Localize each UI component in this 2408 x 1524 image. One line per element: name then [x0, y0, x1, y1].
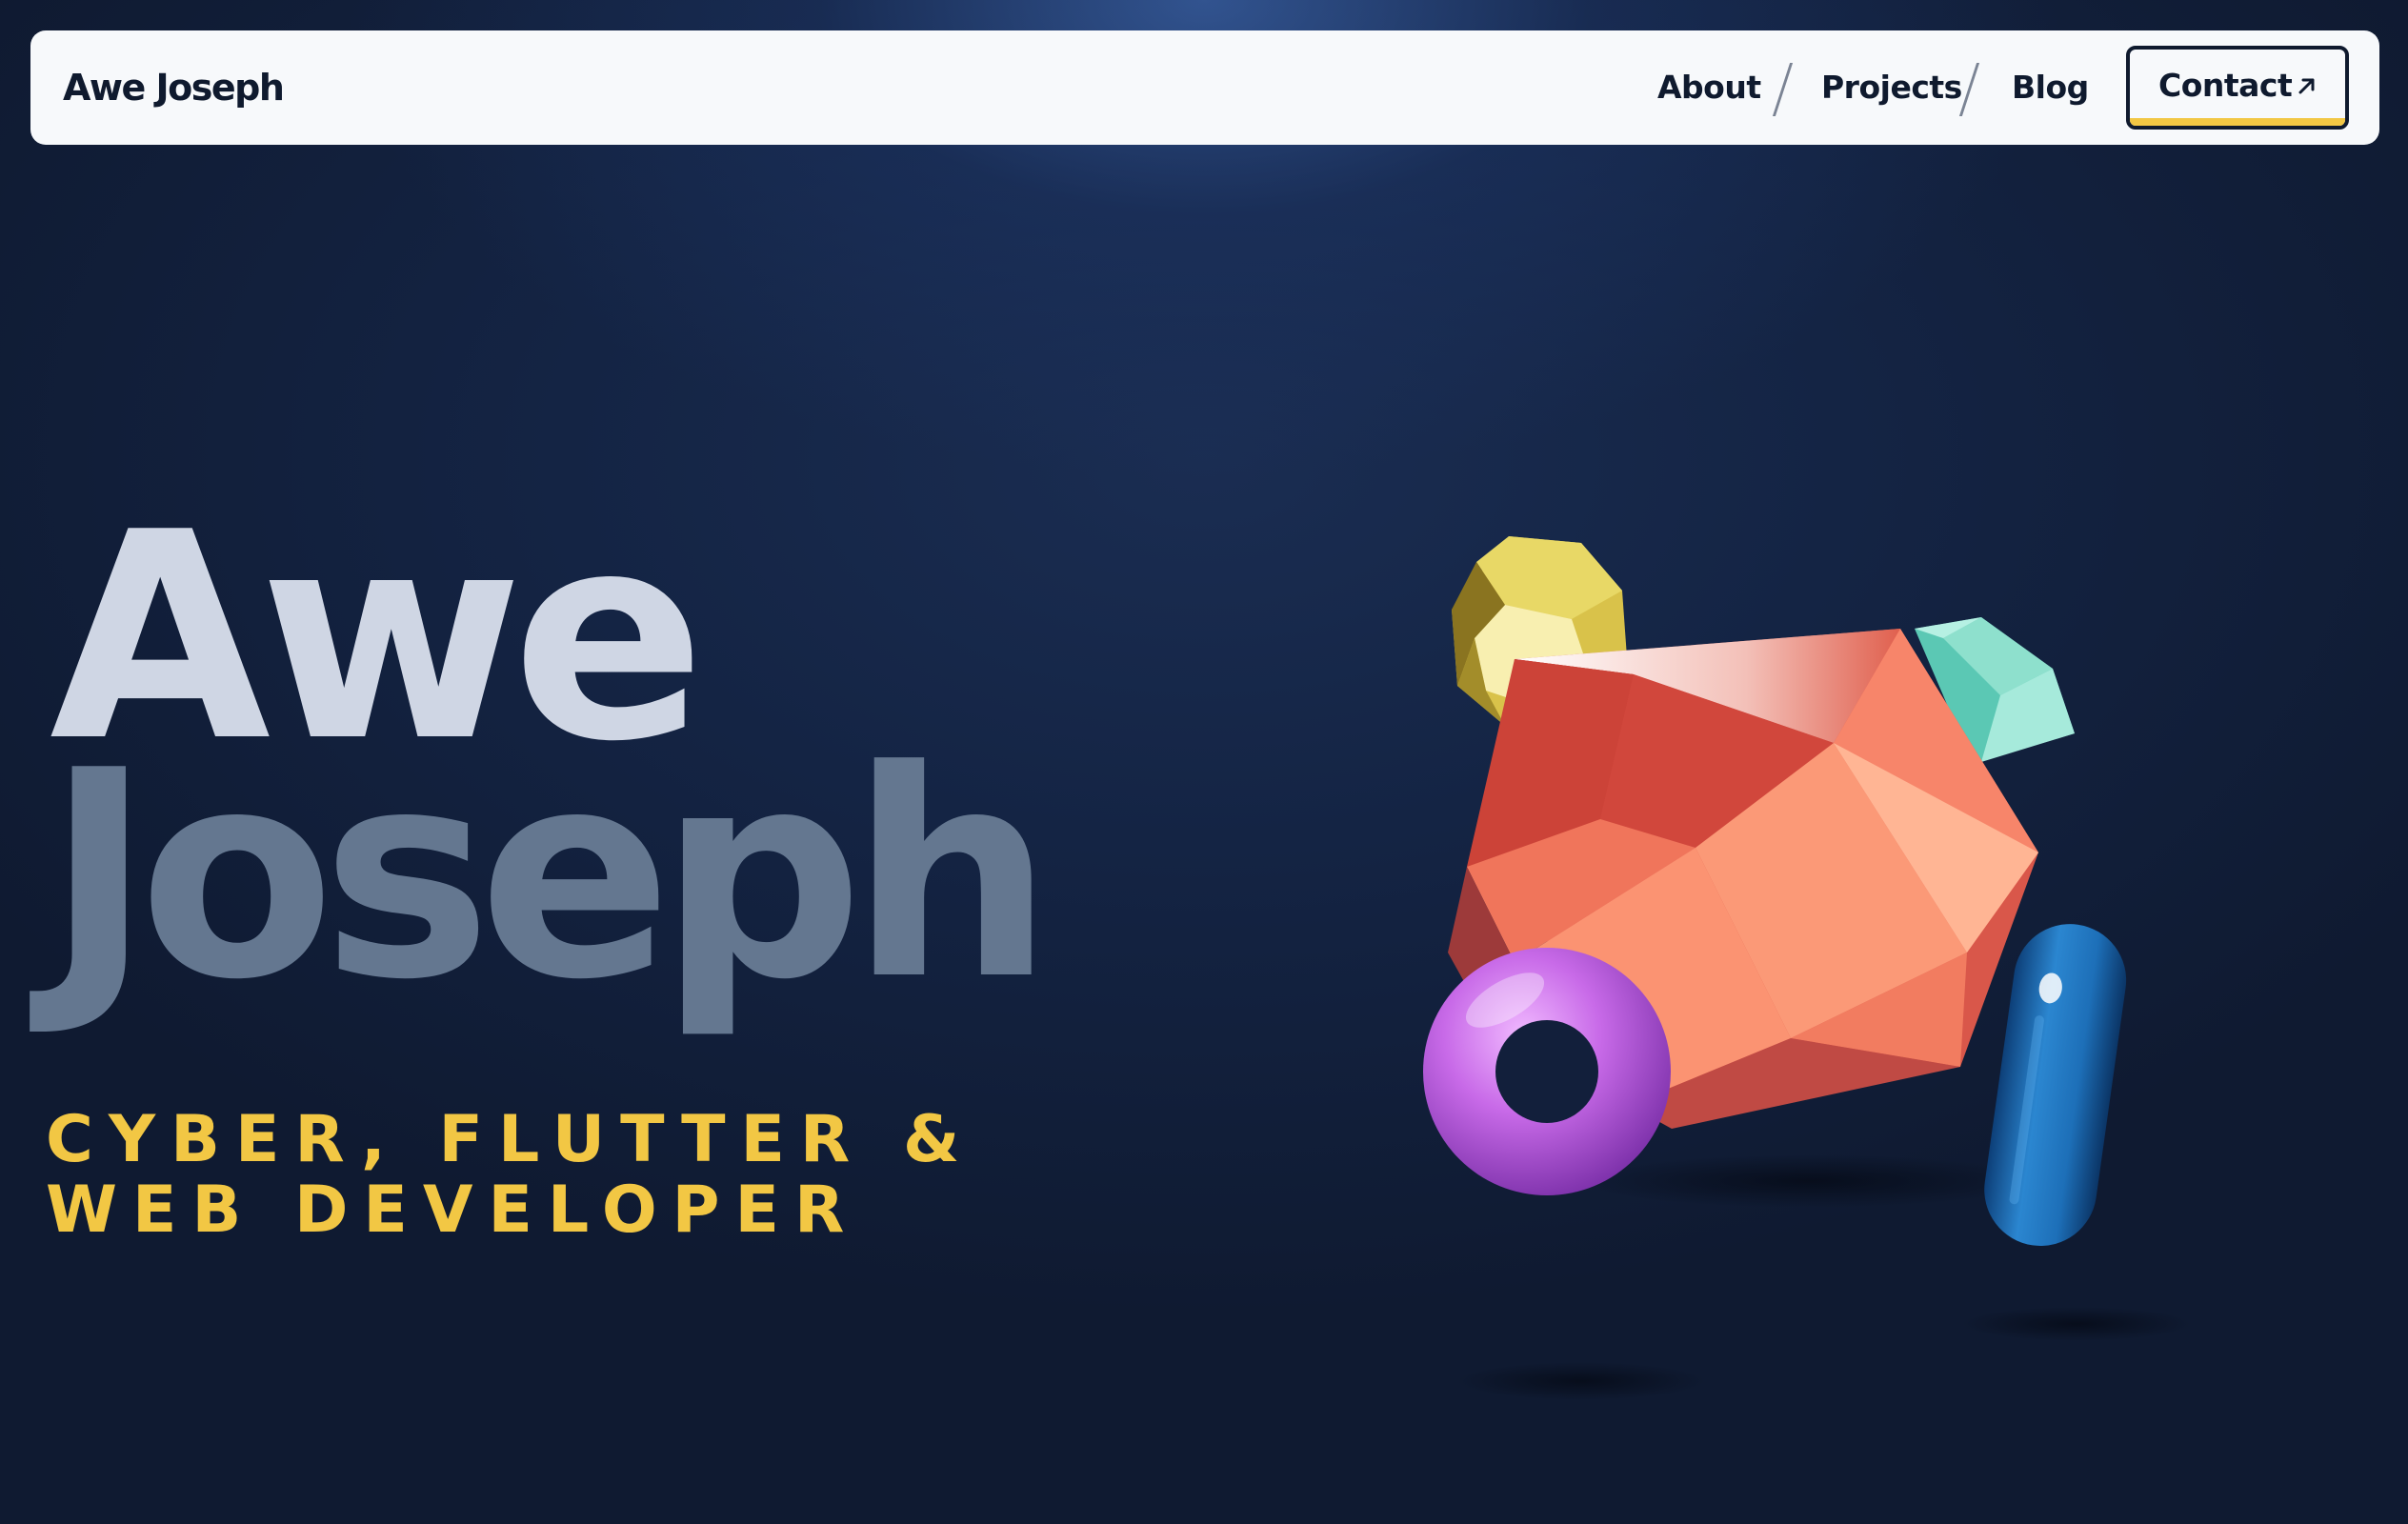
blue-capsule: [1984, 924, 2127, 1246]
arrow-up-right-icon: [2298, 78, 2315, 94]
contact-button-label: Contact: [2158, 67, 2293, 104]
hero-3d-shapes-illustration: [1423, 536, 2191, 1400]
contact-button[interactable]: Contact: [2126, 46, 2349, 130]
shape-shadow: [1962, 1307, 2191, 1341]
contact-button-underline: [2130, 118, 2345, 126]
shape-shadow: [1581, 1154, 2038, 1208]
hero-last-name: Joseph: [46, 710, 1054, 1042]
shape-shadow: [1457, 1362, 1705, 1400]
nav-link-about[interactable]: About: [1657, 30, 1761, 145]
brand-logo-link[interactable]: Awe Joseph: [63, 30, 285, 145]
nav-separator: [1958, 63, 1980, 116]
nav-link-projects[interactable]: Projects: [1821, 30, 1962, 145]
nav-link-blog[interactable]: Blog: [2012, 30, 2089, 145]
top-navbar: Awe Joseph About Projects Blog Contact: [30, 30, 2379, 145]
hero-subtitle: CYBER, FLUTTER & WEB DEVELOPER: [46, 1102, 975, 1248]
nav-separator: [1772, 63, 1794, 116]
purple-torus: [1423, 948, 1671, 1195]
